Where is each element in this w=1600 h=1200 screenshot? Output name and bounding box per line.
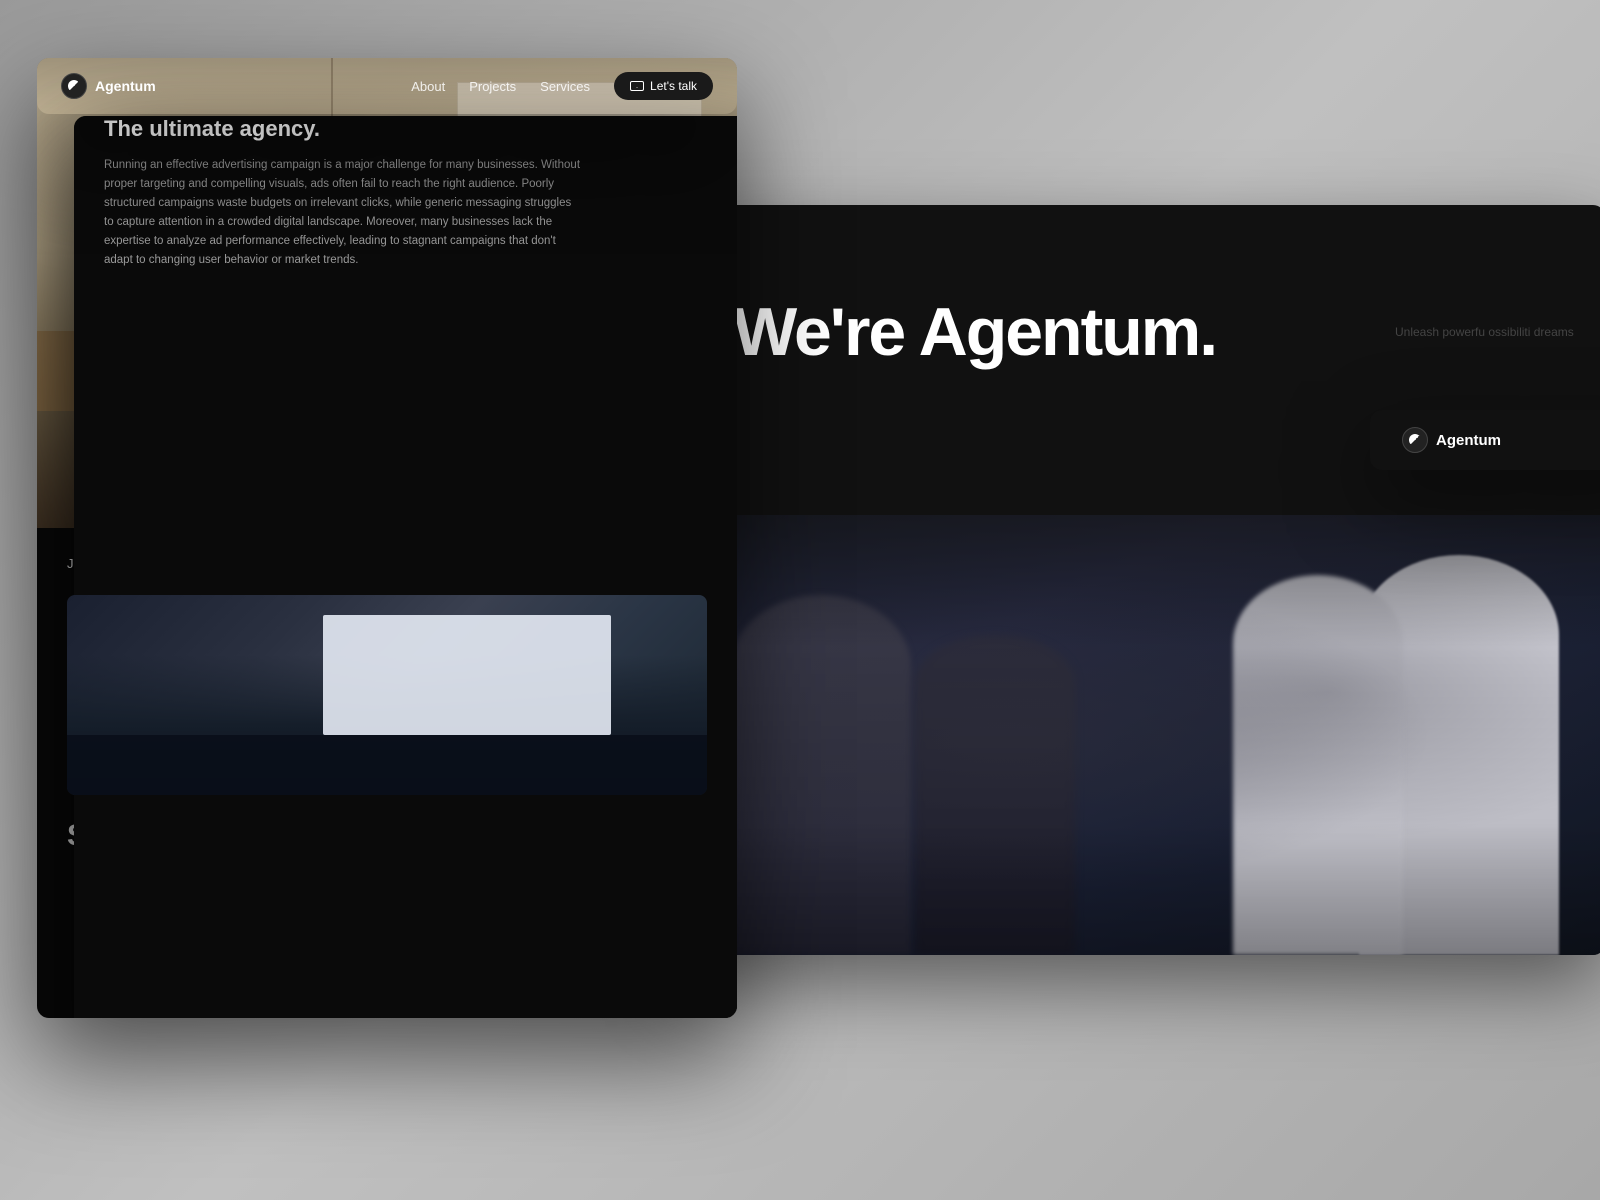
back-hero-subtitle: Unleash powerfu ossibiliti dreams	[1395, 323, 1600, 342]
lets-talk-button[interactable]: Let's talk	[614, 72, 713, 100]
front-nav-about[interactable]: About	[411, 79, 445, 94]
front-nav: Agentum About Projects Services Let's ta…	[37, 58, 737, 114]
logo-icon-inner	[1409, 434, 1421, 446]
back-window: Agentum About Projects We're Agentum. Un…	[685, 205, 1600, 955]
front-nav-services[interactable]: Services	[540, 79, 590, 94]
front-brand-name: Agentum	[95, 78, 156, 94]
back-logo[interactable]: Agentum	[1402, 427, 1501, 453]
desktop-background: Agentum About Projects We're Agentum. Un…	[0, 0, 1600, 1200]
front-window: Agentum About Projects Services Let's ta…	[37, 58, 737, 1018]
back-people-image	[685, 515, 1600, 955]
logo-icon	[1402, 427, 1428, 453]
article-body: The ultimate agency. Running an effectiv…	[74, 116, 737, 1018]
front-nav-links: About Projects Services Let's talk	[411, 72, 713, 100]
back-window-nav: Agentum About Projects	[1370, 410, 1600, 470]
front-logo[interactable]: Agentum	[61, 73, 156, 99]
section-title: The ultimate agency.	[104, 116, 737, 142]
ground	[67, 735, 707, 795]
article-body-text: Running an effective advertising campaig…	[104, 156, 584, 270]
article-image-2	[67, 595, 707, 795]
people-overlay	[685, 515, 1600, 955]
front-logo-icon-inner	[68, 80, 80, 92]
front-logo-icon	[61, 73, 87, 99]
front-nav-projects[interactable]: Projects	[469, 79, 516, 94]
brand-name: Agentum	[1436, 432, 1501, 449]
billboard-2	[323, 615, 611, 735]
mail-icon	[630, 81, 644, 91]
